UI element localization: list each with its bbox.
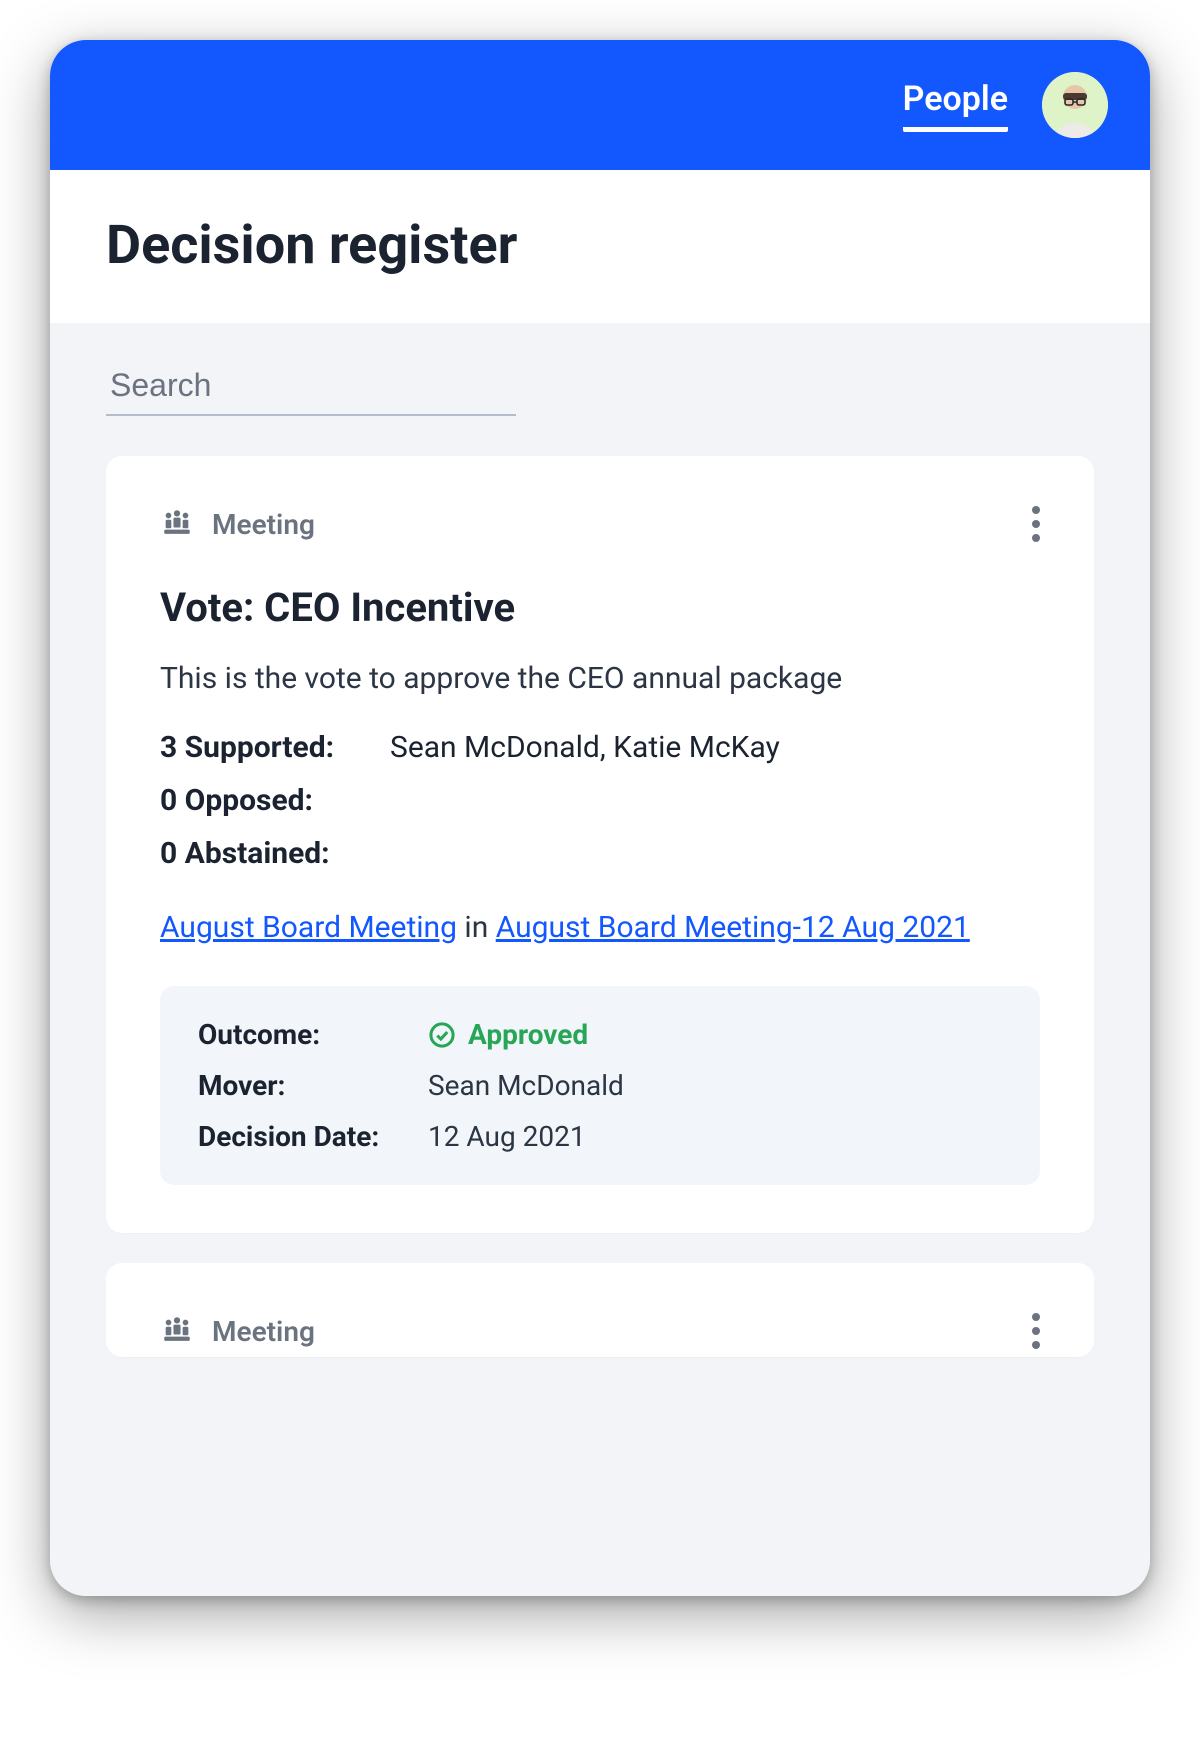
vote-supported-label: 3 Supported: <box>160 730 390 765</box>
kebab-dot-icon <box>1032 520 1040 528</box>
search-field-wrap[interactable] <box>106 363 516 416</box>
avatar[interactable] <box>1042 72 1108 138</box>
decision-date-label: Decision Date: <box>198 1120 428 1153</box>
vote-summary: 3 Supported: Sean McDonald, Katie McKay … <box>160 730 1040 871</box>
avatar-image <box>1042 72 1108 138</box>
card-menu-button[interactable] <box>1024 498 1040 550</box>
outcome-box: Outcome: Approved Mover: Sean McDonald D… <box>160 986 1040 1185</box>
title-bar: Decision register <box>50 170 1150 323</box>
meeting-icon <box>160 1314 194 1348</box>
page-title: Decision register <box>106 214 1094 277</box>
mover-label: Mover: <box>198 1069 428 1102</box>
meeting-icon <box>160 507 194 541</box>
card-header-left: Meeting <box>160 1314 315 1348</box>
ref-mid-text: in <box>457 910 496 945</box>
app-frame: People Decision register <box>50 40 1150 1596</box>
card-header: Meeting <box>160 498 1040 550</box>
outcome-label: Outcome: <box>198 1018 428 1051</box>
card-header: Meeting <box>160 1305 1040 1357</box>
mover-value: Sean McDonald <box>428 1069 1002 1102</box>
content-area: Meeting Vote: CEO Incentive This is the … <box>50 323 1150 1596</box>
card-title: Vote: CEO Incentive <box>160 584 1040 631</box>
meeting-link[interactable]: August Board Meeting <box>160 910 457 945</box>
kebab-dot-icon <box>1032 534 1040 542</box>
decision-date-value: 12 Aug 2021 <box>428 1120 1002 1153</box>
outcome-status-text: Approved <box>468 1018 588 1051</box>
card-menu-button[interactable] <box>1024 1305 1040 1357</box>
kebab-dot-icon <box>1032 1327 1040 1335</box>
vote-abstained-label: 0 Abstained: <box>160 836 390 871</box>
card-reference: August Board Meeting in August Board Mee… <box>160 905 1040 950</box>
top-nav: People <box>50 40 1150 170</box>
kebab-dot-icon <box>1032 1313 1040 1321</box>
card-type-label: Meeting <box>212 1315 315 1348</box>
vote-supported-value: Sean McDonald, Katie McKay <box>390 730 1040 765</box>
decision-card: Meeting Vote: CEO Incentive This is the … <box>106 456 1094 1233</box>
decision-card: Meeting <box>106 1263 1094 1357</box>
kebab-dot-icon <box>1032 1341 1040 1349</box>
kebab-dot-icon <box>1032 506 1040 514</box>
agenda-link[interactable]: August Board Meeting-12 Aug 2021 <box>496 910 970 945</box>
card-header-left: Meeting <box>160 507 315 541</box>
check-circle-icon <box>428 1021 456 1049</box>
card-type-label: Meeting <box>212 508 315 541</box>
tab-people[interactable]: People <box>903 79 1008 132</box>
card-description: This is the vote to approve the CEO annu… <box>160 661 1040 696</box>
vote-abstained-value <box>390 836 1040 871</box>
vote-opposed-value <box>390 783 1040 818</box>
vote-opposed-label: 0 Opposed: <box>160 783 390 818</box>
search-input[interactable] <box>110 367 530 404</box>
outcome-value: Approved <box>428 1018 1002 1051</box>
